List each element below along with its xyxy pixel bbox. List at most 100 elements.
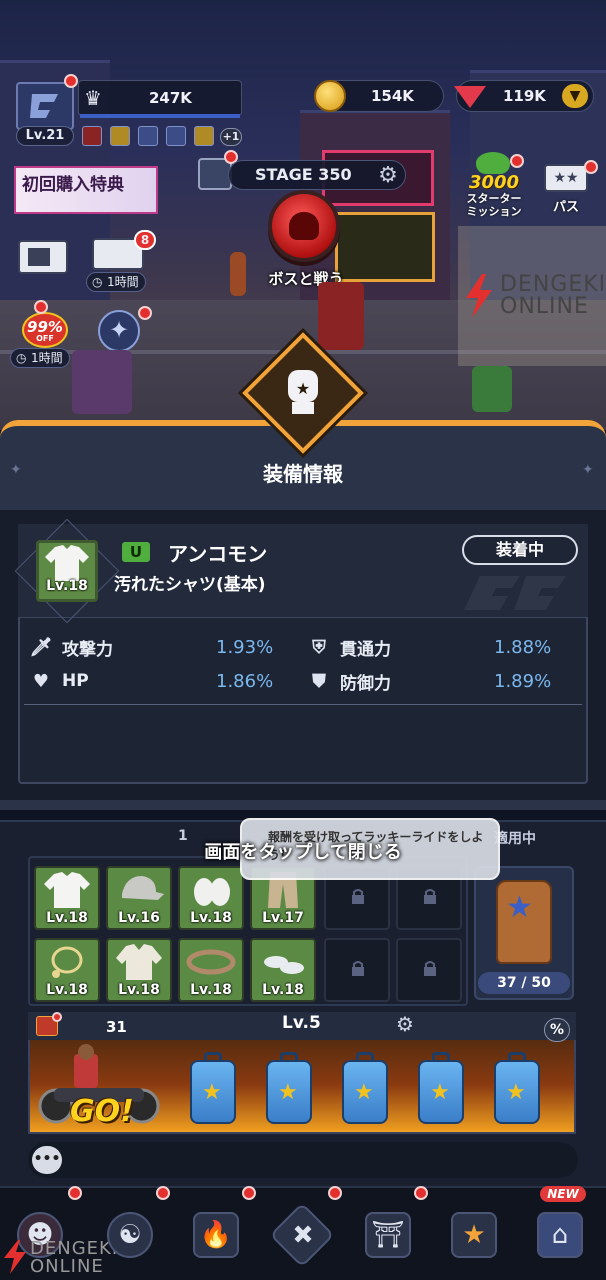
item-name: 汚れたシャツ(基本)	[114, 575, 266, 595]
shirt-icon	[45, 545, 89, 581]
equipment-slot[interactable]: Lv.18	[34, 938, 100, 1002]
slot-level: Lv.18	[46, 910, 88, 926]
power-progress	[80, 114, 240, 118]
leaf-icon	[476, 152, 510, 174]
stat-defense: ⛊ 防御力 1.89%	[308, 668, 558, 694]
gloves-icon	[194, 878, 230, 906]
panel-title: 装備情報	[263, 462, 343, 486]
ad-chest-timer: 1時間	[86, 272, 146, 292]
tap-to-close-hint[interactable]: 画面をタップして閉じる	[150, 838, 456, 864]
slot-level: Lv.17	[262, 910, 304, 926]
lock-icon	[352, 961, 364, 976]
gems-value: 119K	[503, 87, 546, 105]
lock-icon	[424, 961, 436, 976]
buff-icon[interactable]	[138, 126, 158, 146]
nav-shop[interactable]: ⌂	[520, 1196, 600, 1274]
stat-penetration: ⛨ 貫通力 1.88%	[308, 634, 558, 660]
stats-divider	[24, 704, 582, 705]
nav-skills[interactable]: ☯	[90, 1196, 170, 1274]
notification-dot	[242, 1186, 256, 1200]
shirt-icon	[44, 872, 90, 908]
discount-timer: 1時間	[10, 348, 70, 368]
slot-level: Lv.18	[262, 982, 304, 998]
shoes-icon	[264, 956, 304, 974]
stat-label: 貫通力	[340, 639, 391, 660]
applied-label: 適用中	[494, 831, 536, 847]
discount-button[interactable]: 99% OFF	[22, 312, 68, 348]
lucky-ride-level: Lv.5	[282, 1013, 321, 1033]
locked-slot	[324, 938, 390, 1002]
dropdown-chevron-icon[interactable]: ▼	[562, 84, 588, 108]
shuriken-button[interactable]: ✦	[98, 310, 140, 352]
go-label: GO!	[70, 1094, 134, 1129]
boss-character	[318, 282, 364, 350]
crown-icon: ♛	[84, 86, 102, 110]
lock-icon	[424, 889, 436, 904]
demon-skull-icon	[289, 212, 319, 240]
more-buffs-badge[interactable]: +1	[220, 128, 242, 146]
stat-label: HP	[62, 671, 89, 691]
equipment-slot[interactable]: Lv.18	[250, 938, 316, 1002]
star-icon: ★	[506, 890, 533, 925]
jacket-icon	[116, 944, 162, 980]
slot-level: Lv.16	[118, 910, 160, 926]
pass-button[interactable]: ★★ パス	[540, 164, 592, 218]
gear-icon[interactable]: ⚙	[396, 1012, 414, 1036]
svg-text:★: ★	[296, 379, 310, 398]
buff-icon[interactable]	[110, 126, 130, 146]
first-purchase-promo[interactable]: 初回購入特典	[14, 166, 158, 214]
watermark-logo-icon	[2, 1240, 28, 1274]
gem-icon	[454, 86, 486, 108]
flame-icon: 🔥	[193, 1212, 239, 1258]
cap-icon	[122, 876, 164, 900]
watermark-line1: DENGEKI	[500, 272, 606, 297]
equipment-slot[interactable]: Lv.16	[106, 866, 172, 930]
sword-icon: 🗡	[29, 636, 53, 658]
fire-hydrant	[230, 252, 246, 296]
pass-label: パス	[552, 200, 579, 215]
gear-icon[interactable]: ⚙	[372, 160, 404, 190]
pierce-shield-icon: ⛨	[312, 636, 326, 658]
coin-icon	[314, 80, 346, 112]
stat-value: 1.86%	[216, 670, 274, 692]
buff-icon[interactable]	[194, 126, 214, 146]
equipment-slot[interactable]: Lv.18	[178, 866, 244, 930]
notification-dot	[414, 1186, 428, 1200]
stat-label: 攻撃力	[62, 639, 113, 660]
notification-dot	[328, 1186, 342, 1200]
enemy-character	[472, 366, 512, 412]
boxing-glove-icon: ★	[280, 366, 326, 418]
boss-fight-button[interactable]	[268, 190, 340, 262]
starter-mission-label: スターター ミッション	[466, 192, 522, 218]
necklace-icon	[51, 946, 83, 978]
player-avatar[interactable]	[16, 82, 74, 130]
buff-icon[interactable]	[166, 126, 186, 146]
odds-button[interactable]: %	[544, 1018, 570, 1042]
chat-bubble-icon[interactable]: •••	[32, 1146, 62, 1174]
equipped-status-button[interactable]: 装着中	[462, 535, 578, 565]
dojo-building-icon: ⛩	[365, 1212, 411, 1258]
coins-value: 154K	[371, 87, 414, 105]
equipment-slot[interactable]: Lv.18	[106, 938, 172, 1002]
stat-value: 1.89%	[494, 670, 552, 692]
notification-dot	[64, 74, 78, 88]
nav-training[interactable]: 🔥	[176, 1196, 256, 1274]
chat-bar[interactable]	[28, 1142, 578, 1178]
yin-yang-sword-icon: ☯	[107, 1212, 153, 1258]
buff-icon[interactable]	[82, 126, 102, 146]
locked-slot	[396, 938, 462, 1002]
slot-level: Lv.18	[46, 982, 88, 998]
stat-value: 1.93%	[216, 636, 274, 658]
slot-level: Lv.18	[118, 982, 160, 998]
diamond-grid-icon: ✚	[269, 1202, 335, 1268]
heart-icon: ♥	[32, 670, 50, 692]
suitcase-icon: ★	[494, 1052, 540, 1124]
equipment-slot[interactable]: Lv.18	[34, 866, 100, 930]
bag-capacity: 37 / 50	[478, 972, 570, 994]
nav-guild[interactable]: ★	[434, 1196, 514, 1274]
video-ad-button[interactable]	[18, 240, 68, 274]
nav-dojo[interactable]: ⛩	[348, 1196, 428, 1274]
equipment-slot[interactable]: Lv.18	[178, 938, 244, 1002]
star-shield-icon: ★	[451, 1212, 497, 1258]
nav-home[interactable]: ✚	[262, 1196, 342, 1274]
